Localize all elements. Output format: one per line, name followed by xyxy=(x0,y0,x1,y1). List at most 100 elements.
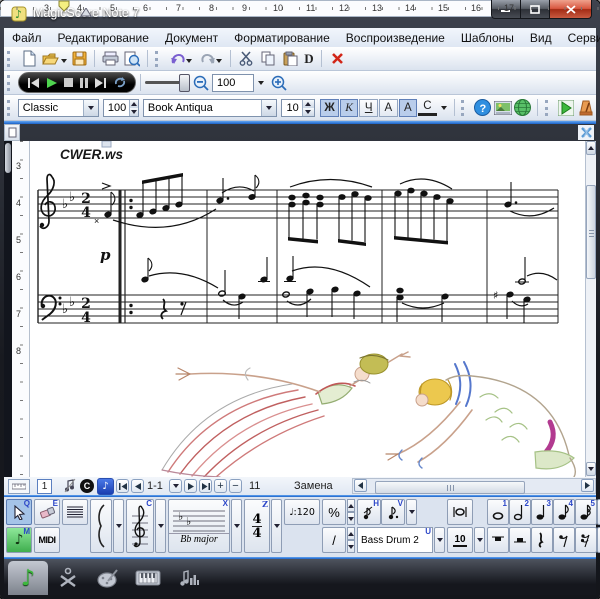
clef-button[interactable]: C xyxy=(126,499,154,553)
skip-end-icon[interactable] xyxy=(95,78,107,88)
toolbar-grip[interactable] xyxy=(461,100,468,116)
toolbar-grip[interactable] xyxy=(545,100,552,116)
eraser-tool-button[interactable]: E xyxy=(34,499,60,525)
horizontal-scroll-thumb[interactable] xyxy=(375,481,525,494)
scroll-up-icon[interactable] xyxy=(586,141,596,155)
style-combo[interactable]: Classic xyxy=(18,99,99,117)
skip-start-icon[interactable] xyxy=(28,78,40,88)
eighth-note-button[interactable]: 4 xyxy=(553,499,575,525)
voice-down-button[interactable] xyxy=(347,512,355,525)
vertical-scroll-thumb[interactable] xyxy=(586,185,596,279)
menu-view[interactable]: Вид xyxy=(522,31,560,45)
last-measure-button[interactable] xyxy=(199,479,212,493)
scroll-down-icon[interactable] xyxy=(586,462,596,476)
ruler-indent-marker[interactable] xyxy=(80,8,92,17)
next-measure-button[interactable] xyxy=(184,479,197,493)
dock-scroll-thumb[interactable] xyxy=(5,143,11,173)
help-button[interactable]: ? xyxy=(472,98,492,118)
zoom-level-combo[interactable]: 100 xyxy=(212,74,254,92)
zoom-out-button[interactable] xyxy=(190,73,212,93)
select-a-button[interactable]: A xyxy=(399,99,418,117)
tempo-button[interactable]: ♩:120 xyxy=(284,499,320,525)
color-button[interactable]: C xyxy=(418,99,436,116)
first-measure-button[interactable] xyxy=(116,479,129,493)
toolbar-grip[interactable] xyxy=(7,100,14,116)
menu-playback[interactable]: Воспроизведение xyxy=(338,31,453,45)
loop-icon[interactable] xyxy=(114,77,126,88)
italic-button[interactable]: К xyxy=(340,99,359,117)
tab-notes[interactable]: ♪ xyxy=(8,561,48,595)
redo-dropdown-icon[interactable] xyxy=(216,59,222,63)
font-dropdown-icon[interactable] xyxy=(261,100,276,116)
style-dropdown-icon[interactable] xyxy=(83,100,98,116)
bold-button[interactable]: Ж xyxy=(320,99,339,117)
slider-handle[interactable] xyxy=(179,74,190,92)
score-canvas[interactable]: CWER.ws xyxy=(30,141,585,477)
eighth-rest-button[interactable] xyxy=(553,527,575,553)
tempo-slider[interactable] xyxy=(145,74,190,92)
bracket-button[interactable] xyxy=(90,499,112,553)
sixteenth-note-button[interactable]: 5 xyxy=(575,499,597,525)
repeat-measure-button[interactable]: % xyxy=(322,499,346,525)
ruler-close-button[interactable] xyxy=(578,125,594,140)
key-signature-button[interactable]: X ♭♭ Bb major xyxy=(168,499,230,553)
add-measure-button[interactable]: + xyxy=(214,479,227,493)
paste-button[interactable] xyxy=(279,49,301,69)
select-tool-button[interactable]: Q xyxy=(6,499,32,525)
half-note-button[interactable]: 2 xyxy=(509,499,531,525)
new-document-button[interactable] xyxy=(18,49,40,69)
cut-button[interactable] xyxy=(235,49,257,69)
menu-edit[interactable]: Редактирование xyxy=(50,31,157,45)
stop-icon[interactable] xyxy=(64,78,73,87)
image-button[interactable] xyxy=(492,98,512,118)
font-size-spinner[interactable]: 10 xyxy=(281,99,314,117)
vertical-scrollbar[interactable] xyxy=(585,141,596,477)
spin-down-icon[interactable] xyxy=(303,108,314,116)
scroll-right-icon[interactable] xyxy=(581,479,594,492)
horizontal-scrollbar[interactable] xyxy=(352,478,596,494)
clef-dropdown[interactable] xyxy=(155,499,166,553)
prev-measure-button[interactable] xyxy=(131,479,144,493)
drum-dropdown[interactable] xyxy=(434,527,445,553)
undo-button[interactable] xyxy=(166,49,196,69)
quarter-rest-button[interactable] xyxy=(531,527,553,553)
drum-combo[interactable]: U Bass Drum 2 xyxy=(357,527,433,553)
menu-formatting[interactable]: Форматирование xyxy=(226,31,338,45)
time-signature-button[interactable]: Z 4 4 xyxy=(244,499,270,553)
color-dropdown-icon[interactable] xyxy=(441,106,447,110)
spin-up-icon[interactable] xyxy=(303,100,314,108)
underline-button[interactable]: Ч xyxy=(359,99,378,117)
interval-button[interactable]: 10 xyxy=(447,527,473,553)
bracket-dropdown[interactable] xyxy=(113,499,124,553)
ruler-toggle-button[interactable] xyxy=(8,479,30,494)
key-dropdown[interactable] xyxy=(231,499,242,553)
octave-up-button[interactable] xyxy=(347,527,355,540)
spin-down-icon[interactable] xyxy=(130,108,138,116)
print-preview-button[interactable] xyxy=(121,49,143,69)
slider-track[interactable] xyxy=(145,81,183,84)
half-rest-button[interactable] xyxy=(509,527,531,553)
toolbar-grip[interactable] xyxy=(7,75,14,91)
octave-down-button[interactable] xyxy=(347,540,355,553)
undo-dropdown-icon[interactable] xyxy=(186,59,192,63)
toolbar-grip[interactable] xyxy=(155,51,162,67)
d-mode-button[interactable]: D xyxy=(301,49,317,69)
whole-rest-button[interactable] xyxy=(487,527,509,553)
breve-note-button[interactable] xyxy=(447,499,473,525)
voice-up-button[interactable] xyxy=(347,499,355,512)
sixteenth-rest-button[interactable] xyxy=(575,527,597,553)
note-color-button[interactable]: M ♪ xyxy=(6,527,32,553)
dotted-dropdown[interactable] xyxy=(406,499,417,525)
tab-dynamics[interactable] xyxy=(48,561,88,595)
tab-keyboard[interactable] xyxy=(128,561,168,595)
scroll-left-icon[interactable] xyxy=(354,479,367,492)
quarter-note-button[interactable]: 3 xyxy=(531,499,553,525)
time-dropdown[interactable] xyxy=(271,499,282,553)
print-button[interactable] xyxy=(99,49,121,69)
midi-input-button[interactable]: MIDI xyxy=(34,527,60,553)
staff-tool-button[interactable] xyxy=(62,499,88,525)
run-playback-button[interactable] xyxy=(556,98,576,118)
grace-note-button[interactable]: H xyxy=(357,499,381,525)
ruler-position-marker[interactable] xyxy=(58,0,70,12)
zoom-dropdown-icon[interactable] xyxy=(258,81,264,85)
